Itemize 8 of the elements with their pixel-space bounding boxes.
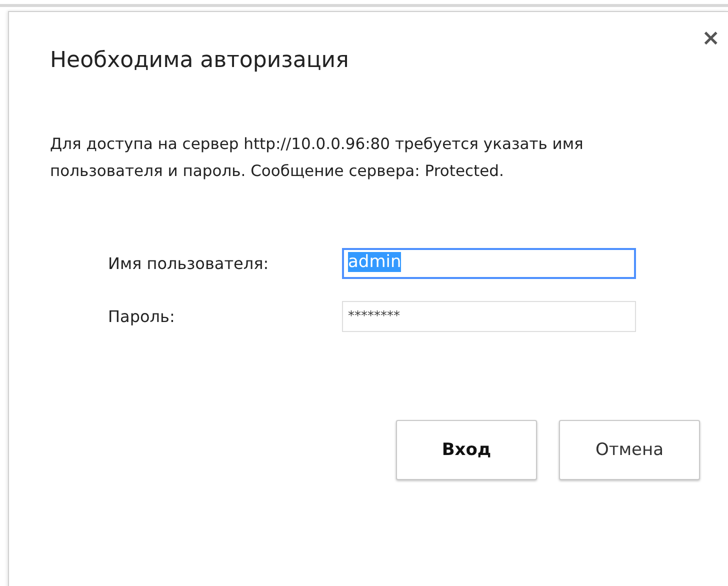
dialog-message: Для доступа на сервер http://10.0.0.96:80 требуется указать имя пользователя и пароль. Сообщение сервера: Protected.	[50, 134, 584, 182]
dialog-title: Необходима авторизация	[50, 48, 349, 73]
login-button[interactable]: Вход	[396, 420, 537, 480]
input-field[interactable]: ********	[342, 301, 636, 332]
field-label: Пароль:	[108, 307, 176, 326]
cancel-button[interactable]: Отмена	[559, 420, 700, 480]
close-button[interactable]: ×	[702, 28, 720, 50]
field-label: Имя пользователя:	[108, 254, 270, 273]
